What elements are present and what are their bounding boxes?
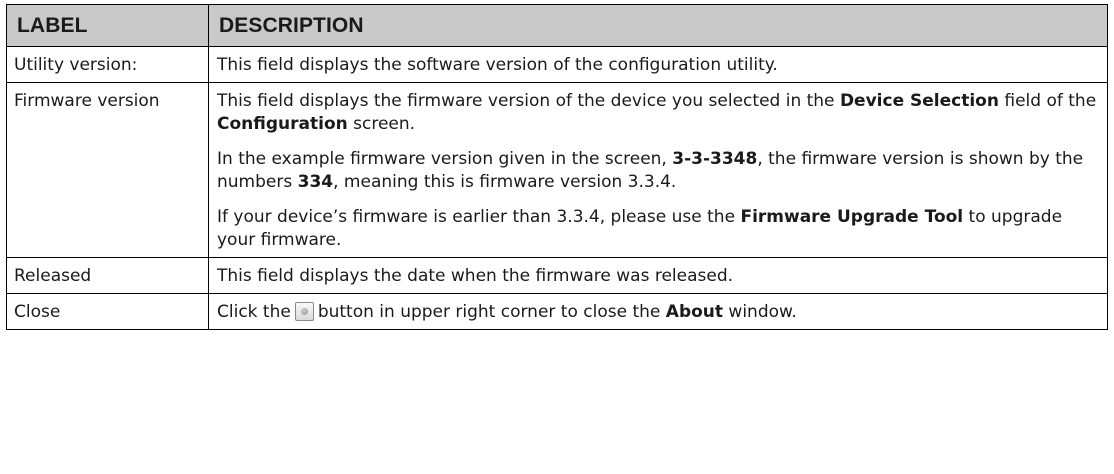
- row-label: Close: [6, 293, 209, 330]
- bold-term: About: [665, 302, 724, 322]
- text-run: This field displays the firmware version…: [217, 91, 835, 111]
- text-run: screen.: [353, 114, 416, 134]
- row-description: Click the button in upper right corner to…: [208, 293, 1108, 330]
- text-run: field of the: [1004, 91, 1097, 111]
- text-run: Click the: [217, 302, 291, 322]
- label-description-table: LABEL DESCRIPTION Utility version: This …: [6, 4, 1108, 330]
- header-description: DESCRIPTION: [208, 4, 1108, 47]
- row-description: This field displays the date when the fi…: [208, 257, 1108, 294]
- table-row: Utility version: This field displays the…: [6, 46, 1108, 83]
- table-header-row: LABEL DESCRIPTION: [6, 4, 1108, 47]
- row-label: Firmware version: [6, 82, 209, 258]
- bold-term: Firmware Upgrade Tool: [740, 207, 964, 227]
- table-row: Released This field displays the date wh…: [6, 257, 1108, 294]
- bold-term: Device Selection: [839, 91, 999, 111]
- bold-term: Configuration: [217, 114, 348, 134]
- row-label: Utility version:: [6, 46, 209, 83]
- text-run: button in upper right corner to close th…: [317, 302, 661, 322]
- text-run: window.: [728, 302, 797, 322]
- row-description: This field displays the software version…: [208, 46, 1108, 83]
- description-paragraph: If your device’s firmware is earlier tha…: [217, 206, 1100, 252]
- description-text: This field displays the software version…: [217, 55, 778, 75]
- description-paragraph: In the example firmware version given in…: [217, 148, 1100, 194]
- bold-term: 3-3-3348: [672, 149, 758, 169]
- row-label: Released: [6, 257, 209, 294]
- text-run: If your device’s firmware is earlier tha…: [217, 207, 736, 227]
- header-label: LABEL: [6, 4, 209, 47]
- description-text: This field displays the date when the fi…: [217, 266, 734, 286]
- text-run: In the example firmware version given in…: [217, 149, 667, 169]
- bold-term: 334: [297, 172, 334, 192]
- description-paragraph: Click the button in upper right corner to…: [217, 301, 1100, 324]
- description-paragraph: This field displays the firmware version…: [217, 90, 1100, 136]
- table-row: Firmware version This field displays the…: [6, 82, 1108, 258]
- table-row: Close Click the button in upper right cor…: [6, 293, 1108, 330]
- page: LABEL DESCRIPTION Utility version: This …: [0, 0, 1114, 330]
- text-run: , meaning this is firmware version 3.3.4…: [333, 172, 677, 192]
- close-circle-icon: [294, 302, 314, 321]
- row-description: This field displays the firmware version…: [208, 82, 1108, 258]
